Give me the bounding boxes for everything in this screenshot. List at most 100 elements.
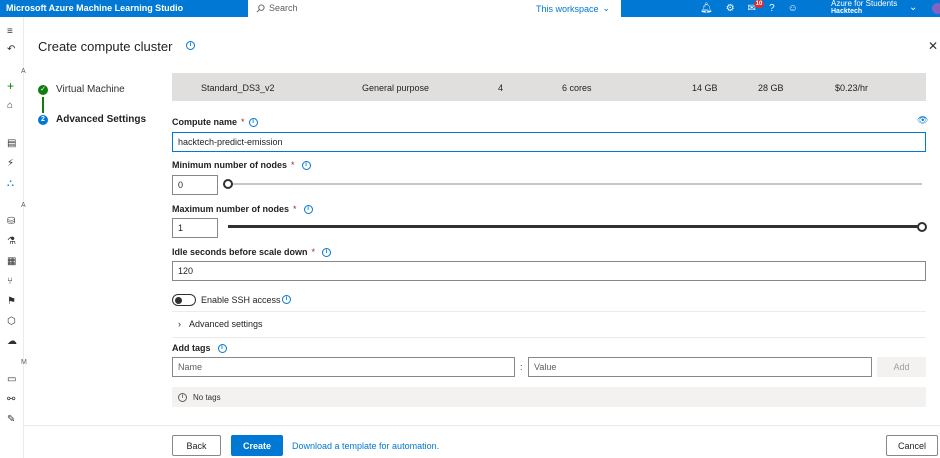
cancel-button[interactable]: Cancel — [886, 435, 938, 456]
required-mark: * — [293, 204, 297, 214]
labeling-icon[interactable]: ✎ — [7, 415, 15, 425]
info-icon[interactable]: i — [248, 117, 258, 127]
notification-badge: 10 — [753, 0, 765, 8]
divider — [172, 311, 926, 312]
bell-icon[interactable]: 🔔︎ — [700, 2, 713, 15]
tag-value-input[interactable]: Value — [528, 357, 872, 377]
required-mark: * — [241, 117, 245, 127]
min-nodes-slider-track[interactable] — [228, 183, 922, 185]
vm-category: General purpose — [362, 83, 430, 93]
hamburger-icon[interactable]: ≡ — [7, 27, 13, 37]
close-icon[interactable]: ✕ — [928, 39, 938, 53]
max-nodes-input[interactable]: 1 — [172, 218, 218, 238]
vm-workload: 4 — [498, 83, 504, 93]
help-icon[interactable]: ? — [769, 2, 775, 15]
info-icon[interactable]: i — [217, 343, 227, 353]
home-icon[interactable]: ⌂ — [7, 101, 13, 111]
vm-cost: $0.23/hr — [835, 83, 869, 93]
plus-icon[interactable]: + — [7, 80, 14, 92]
ssh-label: Enable SSH access — [201, 295, 281, 305]
required-mark: * — [311, 247, 316, 257]
step-advanced-settings[interactable]: 2 Advanced Settings — [38, 114, 146, 125]
create-button[interactable]: Create — [231, 435, 283, 456]
page-title: Create compute cluster — [38, 39, 173, 54]
compute-name-label: Compute name * i — [172, 117, 258, 127]
idle-seconds-input[interactable]: 120 — [172, 261, 926, 281]
account-directory: Azure for Students — [831, 0, 898, 8]
vm-cores: 6 cores — [562, 83, 592, 93]
datastore-icon[interactable]: ⚯ — [7, 395, 15, 405]
notebook-icon[interactable]: ▤ — [7, 139, 16, 149]
step-connector — [42, 97, 44, 113]
add-tag-button[interactable]: Add — [877, 357, 926, 377]
required-mark: * — [291, 160, 295, 170]
ssh-toggle[interactable] — [172, 294, 196, 306]
advanced-settings-label: Advanced settings — [189, 319, 263, 329]
chevron-down-icon: ⌄ — [602, 3, 611, 13]
add-tags-label: Add tags i — [172, 343, 227, 353]
datasets-icon[interactable]: ⛁ — [7, 217, 15, 227]
automl-icon[interactable]: ⚡︎ — [7, 159, 14, 169]
tag-name-input[interactable]: Name — [172, 357, 515, 377]
info-icon[interactable]: i — [301, 160, 311, 170]
footer-divider — [24, 425, 940, 426]
no-tags-text: No tags — [193, 392, 221, 402]
gear-icon[interactable]: ⚙ — [726, 2, 735, 15]
advanced-settings-expander[interactable]: › Advanced settings — [178, 319, 263, 329]
pipelines-icon[interactable]: ▦ — [7, 257, 16, 267]
avatar[interactable] — [932, 3, 940, 14]
tag-separator: : — [520, 362, 523, 372]
info-icon[interactable]: i — [303, 204, 313, 214]
step-label: Virtual Machine — [56, 84, 125, 95]
experiments-icon[interactable]: ⚗ — [7, 237, 16, 247]
info-icon[interactable]: i — [282, 295, 291, 304]
download-template-link[interactable]: Download a template for automation. — [292, 441, 439, 451]
max-nodes-slider-track[interactable] — [228, 225, 922, 228]
step-label: Advanced Settings — [56, 114, 147, 125]
step-number: 2 — [38, 114, 48, 125]
vm-storage: 28 GB — [758, 83, 784, 93]
left-nav-rail: ≡ ↶ + A ⌂ ▤ ⚡︎ ⛬ A ⛁ ⚗ ▦ ⑂ ⚑ ⬡ ☁ M ▭ ⚯ ✎ — [0, 17, 27, 458]
rail-section-letter: A — [21, 68, 26, 75]
search-box[interactable]: Search This workspace ⌄ — [248, 0, 621, 17]
back-button[interactable]: Back — [172, 435, 221, 456]
rail-section-letter: M — [21, 359, 27, 366]
top-bar: Microsoft Azure Machine Learning Studio … — [0, 0, 940, 17]
cube-icon[interactable]: ⬡ — [7, 317, 16, 327]
no-tags-message: i No tags — [172, 387, 926, 407]
account-workspace: Hacktech — [831, 8, 863, 15]
info-icon: i — [178, 392, 187, 402]
vm-ram: 14 GB — [692, 83, 718, 93]
feedback-icon[interactable]: ✉ 10 — [748, 0, 765, 15]
max-nodes-label: Maximum number of nodes * i — [172, 204, 313, 214]
compute-icon[interactable]: ▭ — [7, 375, 16, 385]
rail-section-letter: A — [21, 202, 26, 209]
selected-vm-row: Standard_DS3_v2 General purpose 4 6 core… — [172, 73, 926, 101]
eye-icon[interactable]: 👁︎ — [917, 115, 928, 126]
chevron-right-icon: › — [178, 319, 181, 329]
account-menu[interactable]: Azure for Students Hacktech — [831, 0, 897, 16]
compute-name-input[interactable]: hacktech-predict-emission — [172, 132, 926, 152]
search-icon — [256, 3, 265, 12]
info-icon[interactable]: i — [322, 247, 332, 257]
min-nodes-slider-thumb[interactable] — [223, 179, 233, 189]
cloud-icon[interactable]: ☁ — [7, 337, 17, 347]
search-scope-label: This workspace — [535, 3, 599, 14]
max-nodes-slider-thumb[interactable] — [917, 222, 927, 232]
smiley-icon[interactable]: ☺ — [788, 2, 798, 15]
info-icon[interactable]: i — [186, 41, 195, 50]
idle-seconds-label: Idle seconds before scale down * i — [172, 247, 332, 257]
chevron-down-icon[interactable]: ⌄ — [909, 2, 917, 13]
app-title[interactable]: Microsoft Azure Machine Learning Studio — [6, 3, 183, 13]
step-virtual-machine[interactable]: ✓ Virtual Machine — [38, 84, 125, 95]
search-scope-dropdown[interactable]: This workspace ⌄ — [525, 0, 621, 17]
vm-name: Standard_DS3_v2 — [201, 83, 275, 93]
back-icon[interactable]: ↶ — [7, 45, 15, 55]
endpoints-icon[interactable]: ⚑ — [7, 297, 16, 307]
search-placeholder: Search — [269, 3, 298, 13]
models-icon[interactable]: ⑂ — [7, 277, 13, 287]
min-nodes-input[interactable]: 0 — [172, 175, 218, 195]
min-nodes-label: Minimum number of nodes * i — [172, 160, 311, 170]
checkmark-icon: ✓ — [38, 84, 48, 95]
designer-icon[interactable]: ⛬ — [7, 179, 14, 189]
